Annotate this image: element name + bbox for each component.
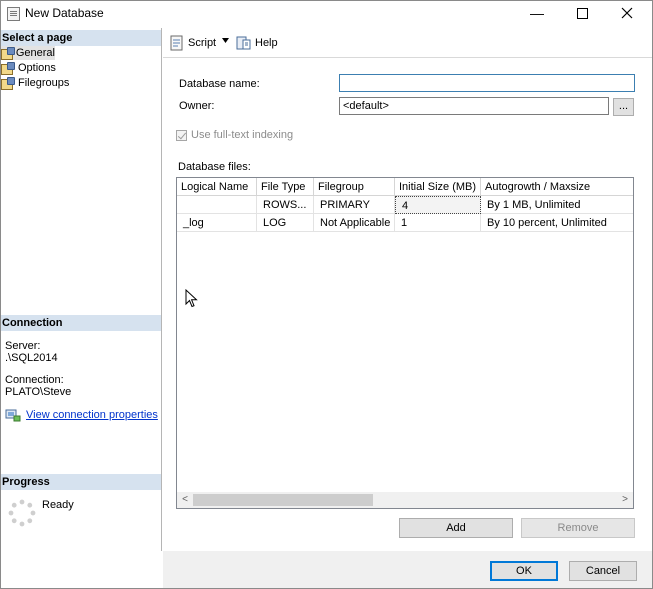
progress-status: Ready (42, 499, 74, 511)
fulltext-indexing-label: Use full-text indexing (191, 129, 294, 141)
table-cell-initial-size[interactable]: 1 (395, 214, 481, 232)
column-header-filegroup[interactable]: Filegroup (314, 178, 395, 196)
column-header-logical-name[interactable]: Logical Name (177, 178, 257, 196)
scroll-right-arrow[interactable]: > (618, 493, 632, 507)
dialog-footer: OK Cancel (163, 551, 652, 588)
scroll-left-arrow[interactable]: < (178, 493, 192, 507)
remove-button[interactable]: Remove (521, 518, 635, 538)
script-dropdown-button[interactable] (221, 36, 230, 45)
script-button[interactable]: Script (169, 35, 216, 51)
maximize-icon (576, 7, 588, 19)
table-cell-autogrowth[interactable]: By 10 percent, Unlimited (481, 214, 633, 232)
table-cell-initial-size[interactable]: 4 (395, 196, 481, 214)
horizontal-scrollbar[interactable]: < > (177, 492, 633, 508)
column-header-autogrowth[interactable]: Autogrowth / Maxsize (481, 178, 633, 196)
window-title: New Database (25, 6, 104, 20)
connection-header: Connection (1, 315, 161, 331)
minimize-button[interactable]: — (514, 1, 560, 25)
page-label-general: General (15, 47, 55, 59)
database-app-icon (7, 7, 20, 21)
left-pane: Select a page General Options Filegroups… (1, 28, 162, 551)
owner-browse-button[interactable]: ... (613, 98, 634, 116)
fulltext-indexing-row: Use full-text indexing (176, 129, 293, 141)
table-cell-autogrowth[interactable]: By 1 MB, Unlimited (481, 196, 633, 214)
column-header-initial-size[interactable]: Initial Size (MB) (395, 178, 481, 196)
database-name-input[interactable] (339, 74, 635, 92)
select-page-header: Select a page (1, 30, 161, 46)
help-button[interactable]: Help (236, 35, 278, 51)
add-button[interactable]: Add (399, 518, 513, 538)
mouse-cursor-icon (185, 289, 198, 308)
progress-header: Progress (1, 474, 161, 490)
database-files-grid[interactable]: Logical Name File Type Filegroup Initial… (176, 177, 634, 509)
script-label: Script (188, 37, 217, 49)
ok-button[interactable]: OK (490, 561, 558, 581)
connection-label: Connection: (5, 374, 64, 386)
scrollbar-thumb[interactable] (193, 494, 373, 506)
view-connection-properties-link[interactable]: View connection properties (26, 409, 158, 421)
new-database-window: New Database — Select a page General Opt… (0, 0, 653, 589)
database-files-label: Database files: (178, 161, 251, 173)
server-value: .\SQL2014 (5, 352, 58, 364)
chevron-down-icon (222, 38, 229, 43)
wrench-page-icon (1, 62, 15, 75)
wrench-page-icon (1, 47, 15, 60)
owner-input[interactable]: <default> (339, 97, 609, 115)
help-label: Help (255, 37, 278, 49)
help-icon (236, 36, 251, 50)
script-icon (170, 35, 183, 51)
toolbar: Script Help (163, 29, 652, 58)
server-label: Server: (5, 340, 41, 352)
table-cell-logical-name[interactable]: _log (177, 214, 257, 232)
table-cell-filegroup[interactable]: PRIMARY (314, 196, 395, 214)
page-label-filegroups: Filegroups (18, 77, 70, 89)
maximize-button[interactable] (559, 1, 605, 25)
connection-value: PLATO\Steve (5, 386, 72, 398)
wrench-page-icon (1, 77, 15, 90)
connection-properties-icon (5, 409, 21, 422)
table-cell-filegroup[interactable]: Not Applicable (314, 214, 395, 232)
table-cell-logical-name[interactable] (177, 196, 257, 214)
progress-spinner-icon (8, 499, 36, 527)
page-item-general[interactable]: General (1, 46, 55, 60)
fulltext-indexing-checkbox[interactable] (176, 129, 187, 141)
page-item-filegroups[interactable]: Filegroups (1, 76, 69, 90)
close-button[interactable] (604, 1, 650, 25)
database-name-label: Database name: (179, 78, 260, 90)
view-connection-properties-row: View connection properties (5, 408, 158, 422)
cancel-button[interactable]: Cancel (569, 561, 637, 581)
close-icon (621, 7, 633, 19)
owner-label: Owner: (179, 100, 215, 112)
column-header-file-type[interactable]: File Type (257, 178, 314, 196)
page-label-options: Options (18, 62, 56, 74)
title-bar: New Database — (1, 1, 652, 27)
page-item-options[interactable]: Options (1, 61, 56, 75)
table-cell-file-type[interactable]: ROWS... (257, 196, 314, 214)
table-cell-file-type[interactable]: LOG (257, 214, 314, 232)
